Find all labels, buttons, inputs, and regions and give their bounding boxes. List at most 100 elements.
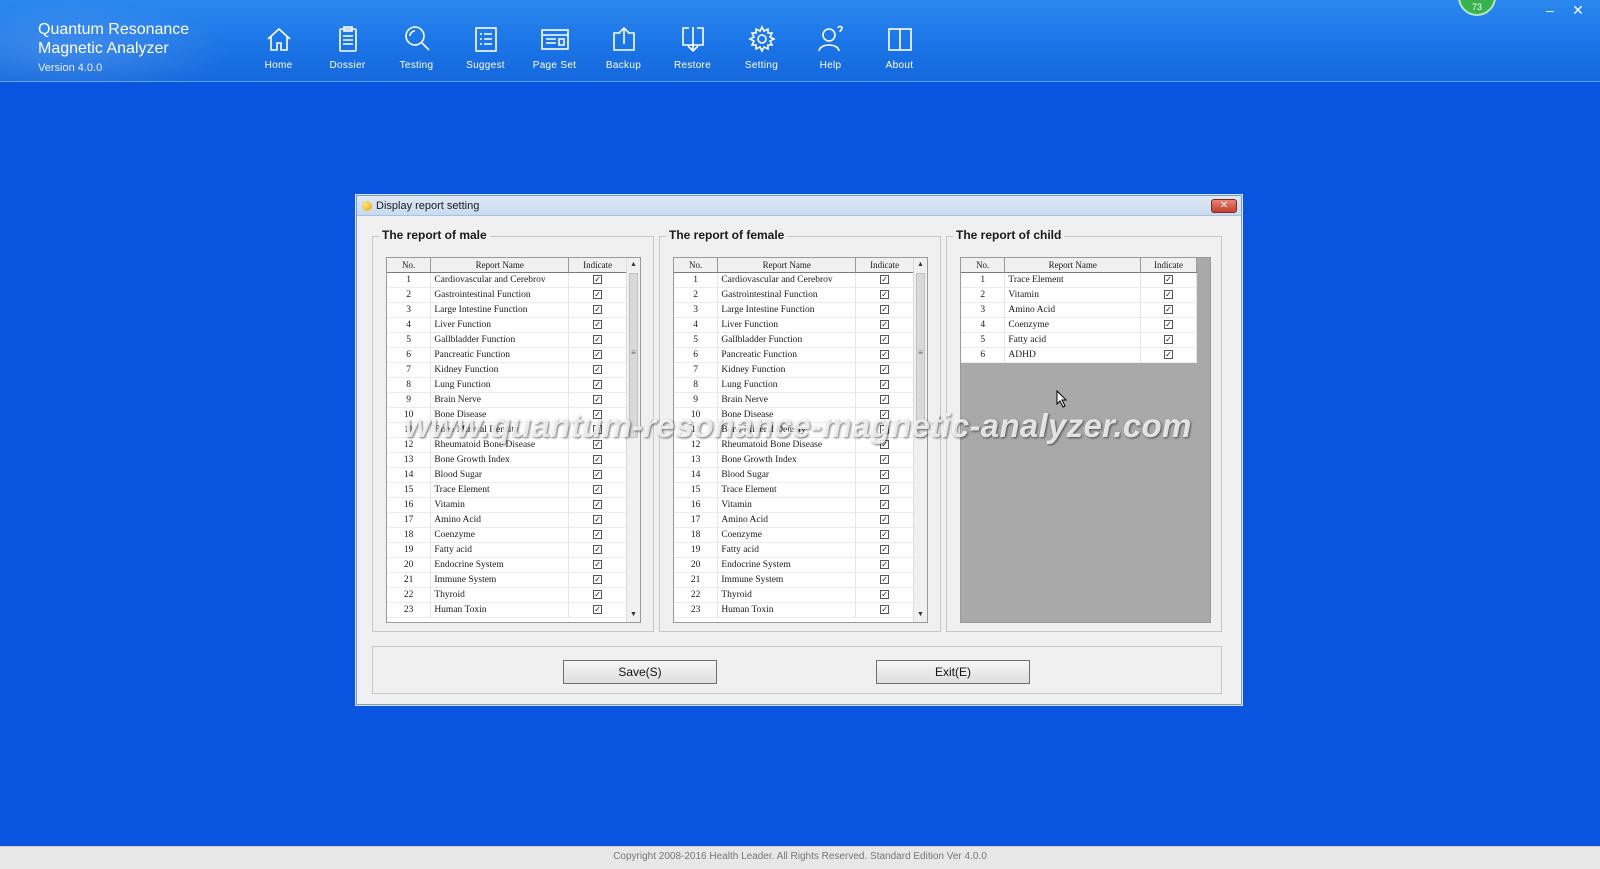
table-row[interactable]: 6 ADHD ✓	[961, 347, 1197, 363]
indicate-checkbox[interactable]: ✓	[1164, 319, 1174, 329]
indicate-checkbox[interactable]: ✓	[1164, 334, 1174, 344]
indicate-checkbox[interactable]: ✓	[880, 349, 890, 359]
table-row[interactable]: 2 Gastrointestinal Function ✓	[387, 287, 627, 303]
indicate-checkbox[interactable]: ✓	[880, 544, 890, 554]
table-row[interactable]: 16 Vitamin ✓	[387, 497, 627, 513]
col-indicate-header[interactable]: Indicate	[1140, 258, 1197, 273]
indicate-checkbox[interactable]: ✓	[593, 334, 603, 344]
table-row[interactable]: 6 Pancreatic Function ✓	[674, 347, 914, 363]
table-row[interactable]: 11 Bone Mineral Density ✓	[674, 422, 914, 438]
indicate-checkbox[interactable]: ✓	[880, 469, 890, 479]
indicate-checkbox[interactable]: ✓	[593, 349, 603, 359]
save-button[interactable]: Save(S)	[563, 660, 717, 684]
table-row[interactable]: 18 Coenzyme ✓	[387, 527, 627, 543]
indicate-checkbox[interactable]: ✓	[1164, 349, 1174, 359]
scroll-down-icon[interactable]: ▼	[627, 608, 640, 622]
nav-page-set[interactable]: Page Set	[520, 0, 589, 82]
col-indicate-header[interactable]: Indicate	[568, 258, 627, 273]
indicate-checkbox[interactable]: ✓	[1164, 289, 1174, 299]
table-row[interactable]: 15 Trace Element ✓	[387, 482, 627, 498]
indicate-checkbox[interactable]: ✓	[880, 319, 890, 329]
table-row[interactable]: 8 Lung Function ✓	[387, 377, 627, 393]
male-report-grid[interactable]: No. Report Name Indicate 1 Cardiovascular…	[386, 257, 641, 623]
col-name-header[interactable]: Report Name	[717, 258, 857, 273]
table-row[interactable]: 2 Vitamin ✓	[961, 287, 1197, 303]
nav-testing[interactable]: Testing	[382, 0, 451, 82]
nav-backup[interactable]: Backup	[589, 0, 658, 82]
table-row[interactable]: 1 Cardiovascular and Cerebrov ✓	[387, 272, 627, 288]
table-row[interactable]: 12 Rheumatoid Bone Disease ✓	[387, 437, 627, 453]
male-scrollbar[interactable]: ▲ ≡ ▼	[626, 258, 640, 622]
table-row[interactable]: 3 Large Intestine Function ✓	[674, 302, 914, 318]
indicate-checkbox[interactable]: ✓	[880, 499, 890, 509]
indicate-checkbox[interactable]: ✓	[880, 559, 890, 569]
indicate-checkbox[interactable]: ✓	[880, 304, 890, 314]
table-row[interactable]: 22 Thyroid ✓	[387, 587, 627, 603]
indicate-checkbox[interactable]: ✓	[593, 604, 603, 614]
indicate-checkbox[interactable]: ✓	[593, 514, 603, 524]
indicate-checkbox[interactable]: ✓	[593, 304, 603, 314]
table-row[interactable]: 17 Amino Acid ✓	[674, 512, 914, 528]
table-row[interactable]: 23 Human Toxin ✓	[674, 602, 914, 618]
table-row[interactable]: 9 Brain Nerve ✓	[674, 392, 914, 408]
dialog-close-button[interactable]: ✕	[1211, 199, 1237, 213]
table-row[interactable]: 21 Immune System ✓	[674, 572, 914, 588]
indicate-checkbox[interactable]: ✓	[880, 394, 890, 404]
female-report-grid[interactable]: No. Report Name Indicate 1 Cardiovascular…	[673, 257, 928, 623]
indicate-checkbox[interactable]: ✓	[1164, 304, 1174, 314]
indicate-checkbox[interactable]: ✓	[593, 424, 603, 434]
table-row[interactable]: 17 Amino Acid ✓	[387, 512, 627, 528]
table-row[interactable]: 13 Bone Growth Index ✓	[387, 452, 627, 468]
table-row[interactable]: 1 Cardiovascular and Cerebrov ✓	[674, 272, 914, 288]
table-row[interactable]: 13 Bone Growth Index ✓	[674, 452, 914, 468]
table-row[interactable]: 20 Endocrine System ✓	[387, 557, 627, 573]
table-row[interactable]: 7 Kidney Function ✓	[674, 362, 914, 378]
table-row[interactable]: 5 Gallbladder Function ✓	[387, 332, 627, 348]
table-row[interactable]: 19 Fatty acid ✓	[674, 542, 914, 558]
col-no-header[interactable]: No.	[961, 258, 1006, 273]
nav-setting[interactable]: Setting	[727, 0, 796, 82]
table-row[interactable]: 1 Trace Element ✓	[961, 272, 1197, 288]
table-row[interactable]: 23 Human Toxin ✓	[387, 602, 627, 618]
scroll-up-icon[interactable]: ▲	[914, 258, 927, 272]
nav-dossier[interactable]: Dossier	[313, 0, 382, 82]
indicate-checkbox[interactable]: ✓	[593, 454, 603, 464]
indicate-checkbox[interactable]: ✓	[1164, 274, 1174, 284]
indicate-checkbox[interactable]: ✓	[880, 604, 890, 614]
table-row[interactable]: 3 Amino Acid ✓	[961, 302, 1197, 318]
status-badge[interactable]: 73	[1458, 0, 1496, 16]
indicate-checkbox[interactable]: ✓	[880, 274, 890, 284]
dialog-titlebar[interactable]: Display report setting ✕	[357, 196, 1241, 216]
table-row[interactable]: 22 Thyroid ✓	[674, 587, 914, 603]
col-name-header[interactable]: Report Name	[430, 258, 570, 273]
exit-button[interactable]: Exit(E)	[876, 660, 1030, 684]
indicate-checkbox[interactable]: ✓	[593, 469, 603, 479]
close-window-button[interactable]: ✕	[1566, 2, 1590, 20]
table-row[interactable]: 2 Gastrointestinal Function ✓	[674, 287, 914, 303]
nav-restore[interactable]: Restore	[658, 0, 727, 82]
indicate-checkbox[interactable]: ✓	[593, 439, 603, 449]
indicate-checkbox[interactable]: ✓	[880, 424, 890, 434]
indicate-checkbox[interactable]: ✓	[880, 409, 890, 419]
female-scrollbar[interactable]: ▲ ≡ ▼	[913, 258, 927, 622]
minimize-button[interactable]: –	[1538, 2, 1562, 20]
table-row[interactable]: 21 Immune System ✓	[387, 572, 627, 588]
table-row[interactable]: 4 Liver Function ✓	[387, 317, 627, 333]
table-row[interactable]: 3 Large Intestine Function ✓	[387, 302, 627, 318]
table-row[interactable]: 10 Bone Disease ✓	[674, 407, 914, 423]
table-row[interactable]: 4 Coenzyme ✓	[961, 317, 1197, 333]
scroll-up-icon[interactable]: ▲	[627, 258, 640, 272]
table-row[interactable]: 18 Coenzyme ✓	[674, 527, 914, 543]
indicate-checkbox[interactable]: ✓	[593, 394, 603, 404]
table-row[interactable]: 14 Blood Sugar ✓	[674, 467, 914, 483]
table-row[interactable]: 5 Gallbladder Function ✓	[674, 332, 914, 348]
table-row[interactable]: 12 Rheumatoid Bone Disease ✓	[674, 437, 914, 453]
table-row[interactable]: 16 Vitamin ✓	[674, 497, 914, 513]
table-row[interactable]: 11 Bone Mineral Density ✓	[387, 422, 627, 438]
nav-home[interactable]: Home	[244, 0, 313, 82]
indicate-checkbox[interactable]: ✓	[593, 319, 603, 329]
indicate-checkbox[interactable]: ✓	[593, 364, 603, 374]
indicate-checkbox[interactable]: ✓	[880, 529, 890, 539]
table-row[interactable]: 19 Fatty acid ✓	[387, 542, 627, 558]
nav-help[interactable]: Help	[796, 0, 865, 82]
